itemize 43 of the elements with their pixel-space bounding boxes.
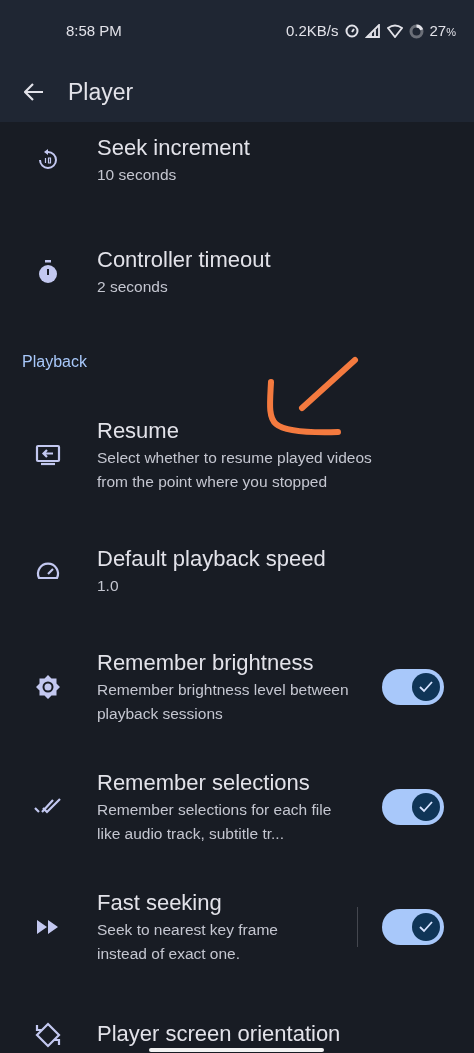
setting-title: Seek increment: [97, 134, 251, 162]
settings-row[interactable]: Seek increment 10 seconds: [0, 122, 474, 216]
toolbar-title: Player: [68, 77, 134, 107]
setting-description: 1.0: [97, 576, 120, 596]
rotate-screen-icon: [33, 1021, 62, 1049]
wifi-icon: [386, 24, 403, 38]
battery-ring-icon: [408, 23, 424, 39]
toggle-switch[interactable]: [382, 909, 444, 945]
setting-title: Resume: [97, 417, 180, 445]
setting-description: 10 seconds: [97, 165, 178, 185]
settings-row[interactable]: Default playback speed 1.0: [0, 515, 474, 627]
setting-title: Remember brightness: [97, 649, 315, 677]
setting-title: Remember selections: [97, 769, 311, 797]
alarm-icon: [344, 24, 359, 38]
setting-description: Select whether to resume played videos from the point where you stopped: [97, 448, 373, 492]
fast-forward-icon: [35, 919, 60, 935]
brightness-icon: [34, 674, 61, 700]
settings-row[interactable]: Fast seeking Seek to nearest key frame instead of exact one.: [0, 867, 474, 987]
signal-icon: [364, 24, 381, 38]
settings-row[interactable]: Controller timeout 2 seconds: [0, 216, 474, 328]
setting-title: Fast seeking: [97, 889, 223, 917]
battery-level: 27%: [429, 20, 456, 41]
settings-row[interactable]: Remember selections Remember selections for each file like audio track, subtitle tr...: [0, 747, 474, 867]
toggle-switch[interactable]: [382, 789, 444, 825]
check-icon: [419, 921, 433, 933]
setting-title: Controller timeout: [97, 246, 272, 274]
section-header: Playback: [22, 351, 87, 372]
setting-description: 2 seconds: [97, 277, 169, 297]
status-time: 8:58 PM: [66, 20, 122, 41]
screen-arrow-icon: [34, 443, 61, 467]
toggle-switch[interactable]: [382, 669, 444, 705]
back-arrow-icon: [24, 83, 44, 101]
setting-description: Seek to nearest key frame instead of exact one.: [97, 920, 279, 964]
setting-title: Default playback speed: [97, 545, 327, 573]
setting-title: Player screen orientation: [97, 1021, 342, 1047]
check-icon: [419, 681, 433, 693]
settings-row[interactable]: Remember brightness Remember brightness level between playback sessions: [0, 627, 474, 747]
setting-description: Remember selections for each file like audio track, subtitle tr...: [97, 800, 333, 844]
settings-row[interactable]: Resume Select whether to resume played videos from the point where you stopped: [0, 395, 474, 515]
check-icon: [419, 801, 433, 813]
settings-row[interactable]: Player screen orientation: [0, 987, 474, 1049]
setting-description: Remember brightness level between playback sessions: [97, 680, 350, 724]
network-speed: 0.2KB/s: [286, 20, 339, 41]
